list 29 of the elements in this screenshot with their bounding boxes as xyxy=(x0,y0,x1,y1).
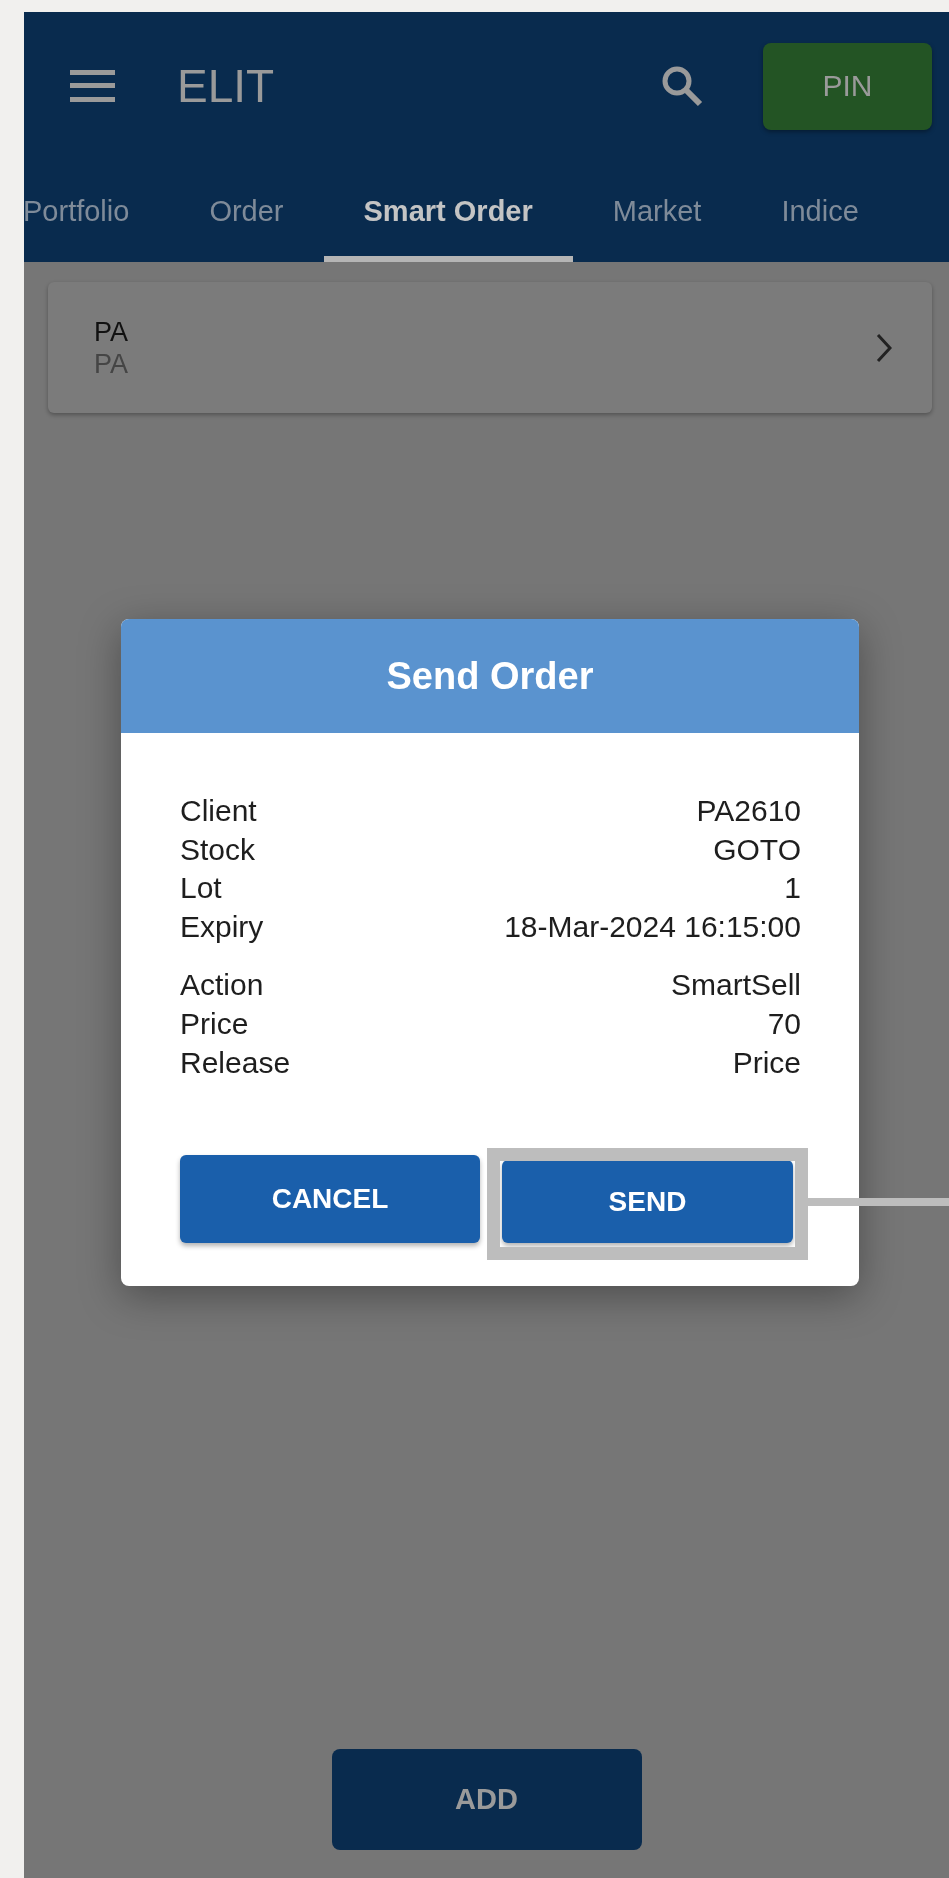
search-icon[interactable] xyxy=(661,65,703,107)
cancel-button[interactable]: CANCEL xyxy=(180,1155,480,1244)
pin-button[interactable]: PIN xyxy=(763,42,932,130)
field-label: Action xyxy=(180,967,264,1004)
dialog-title: Send Order xyxy=(121,619,859,733)
field-label: Expiry xyxy=(180,908,264,945)
app-title: ELIT xyxy=(177,59,276,113)
tab[interactable]: Order xyxy=(169,160,324,262)
add-button[interactable]: ADD xyxy=(331,1749,642,1850)
card-title: PA xyxy=(94,315,129,348)
field-value: SmartSell xyxy=(670,967,801,1004)
field-value: Price xyxy=(732,1044,801,1081)
field-label: Price xyxy=(180,1005,249,1042)
menu-icon[interactable] xyxy=(70,70,115,102)
tab[interactable]: Indice xyxy=(741,160,899,262)
field-label: Stock xyxy=(180,831,256,868)
tab[interactable]: Market xyxy=(572,160,742,262)
tab[interactable]: Smart Order xyxy=(323,160,573,262)
send-button[interactable]: SEND xyxy=(502,1160,793,1244)
field-value: 18-Mar-2024 16:15:00 xyxy=(504,908,801,945)
tab[interactable]: Portfolio xyxy=(24,160,170,262)
field-value: 1 xyxy=(784,870,801,907)
field-label: Release xyxy=(180,1044,291,1081)
field-value: GOTO xyxy=(713,831,801,868)
field-value: 70 xyxy=(767,1005,801,1042)
chevron-right-icon xyxy=(876,332,892,363)
field-label: Lot xyxy=(180,870,222,907)
field-label: Client xyxy=(180,793,257,829)
field-value: PA2610 xyxy=(696,793,801,829)
